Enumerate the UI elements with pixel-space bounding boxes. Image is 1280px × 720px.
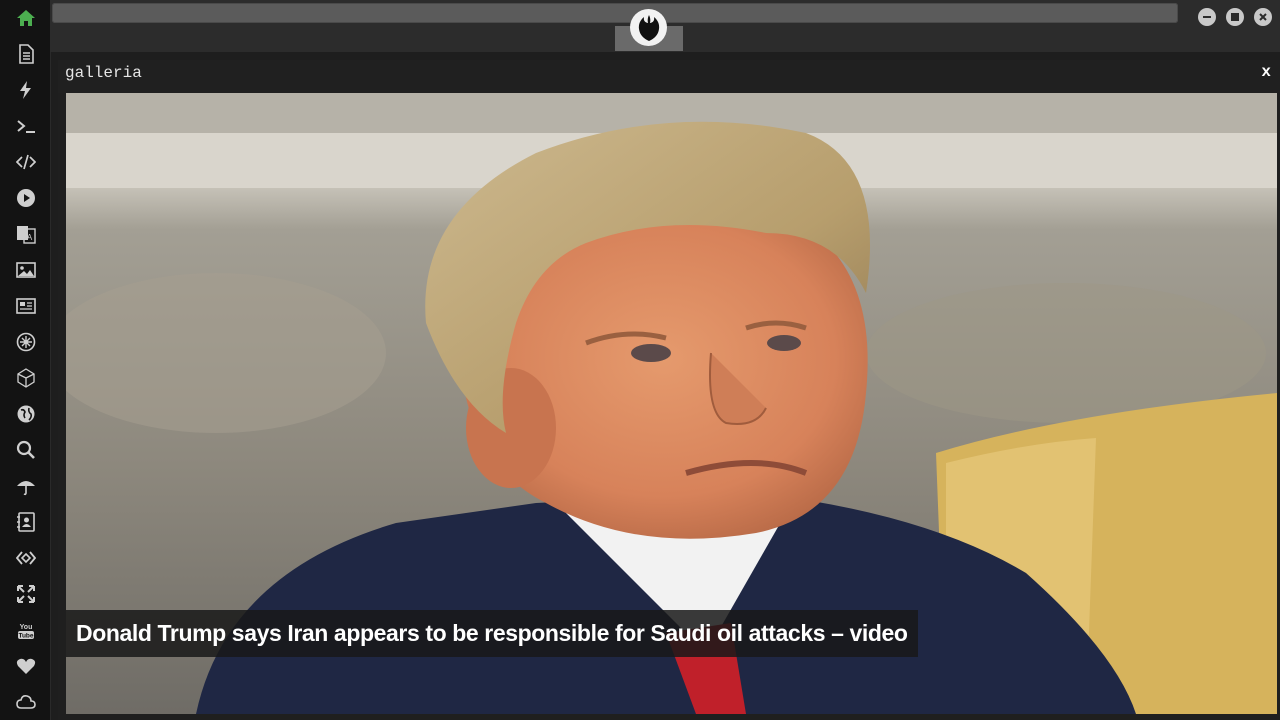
panel-close-button[interactable]: x [1261, 63, 1271, 81]
gallery-photo[interactable]: Donald Trump says Iran appears to be res… [66, 93, 1277, 714]
home-icon[interactable] [12, 4, 40, 32]
lightning-icon[interactable] [12, 76, 40, 104]
minimize-icon[interactable] [1198, 8, 1216, 26]
api-icon[interactable] [12, 544, 40, 572]
document-icon[interactable] [12, 40, 40, 68]
settings-wheel-icon[interactable] [12, 328, 40, 356]
newspaper-icon[interactable] [12, 292, 40, 320]
heart-icon[interactable] [12, 652, 40, 680]
contacts-icon[interactable] [12, 508, 40, 536]
polyhedron-icon[interactable] [12, 364, 40, 392]
address-bar[interactable] [52, 3, 1178, 23]
youtube-icon[interactable]: You Tube [12, 616, 40, 644]
maximize-icon[interactable] [1226, 8, 1244, 26]
cloud-icon[interactable] [12, 688, 40, 716]
sidebar: A You Tube [0, 0, 51, 720]
image-icon[interactable] [12, 256, 40, 284]
svg-text:You: You [20, 624, 33, 631]
photo-caption: Donald Trump says Iran appears to be res… [66, 610, 918, 657]
terminal-icon[interactable] [12, 112, 40, 140]
umbrella-icon[interactable] [12, 472, 40, 500]
panel-title: galleria [65, 64, 142, 82]
code-icon[interactable] [12, 148, 40, 176]
panel-header: galleria x [58, 60, 1280, 93]
play-icon[interactable] [12, 184, 40, 212]
globe-icon[interactable] [12, 400, 40, 428]
gallery-panel: galleria x Donald Trump says Iran appear… [58, 60, 1280, 720]
expand-icon[interactable] [12, 580, 40, 608]
search-icon[interactable] [12, 436, 40, 464]
close-icon[interactable] [1254, 8, 1272, 26]
rebel-alliance-icon[interactable] [630, 9, 667, 46]
translate-icon[interactable]: A [12, 220, 40, 248]
svg-text:Tube: Tube [18, 633, 33, 640]
svg-text:A: A [27, 233, 33, 242]
